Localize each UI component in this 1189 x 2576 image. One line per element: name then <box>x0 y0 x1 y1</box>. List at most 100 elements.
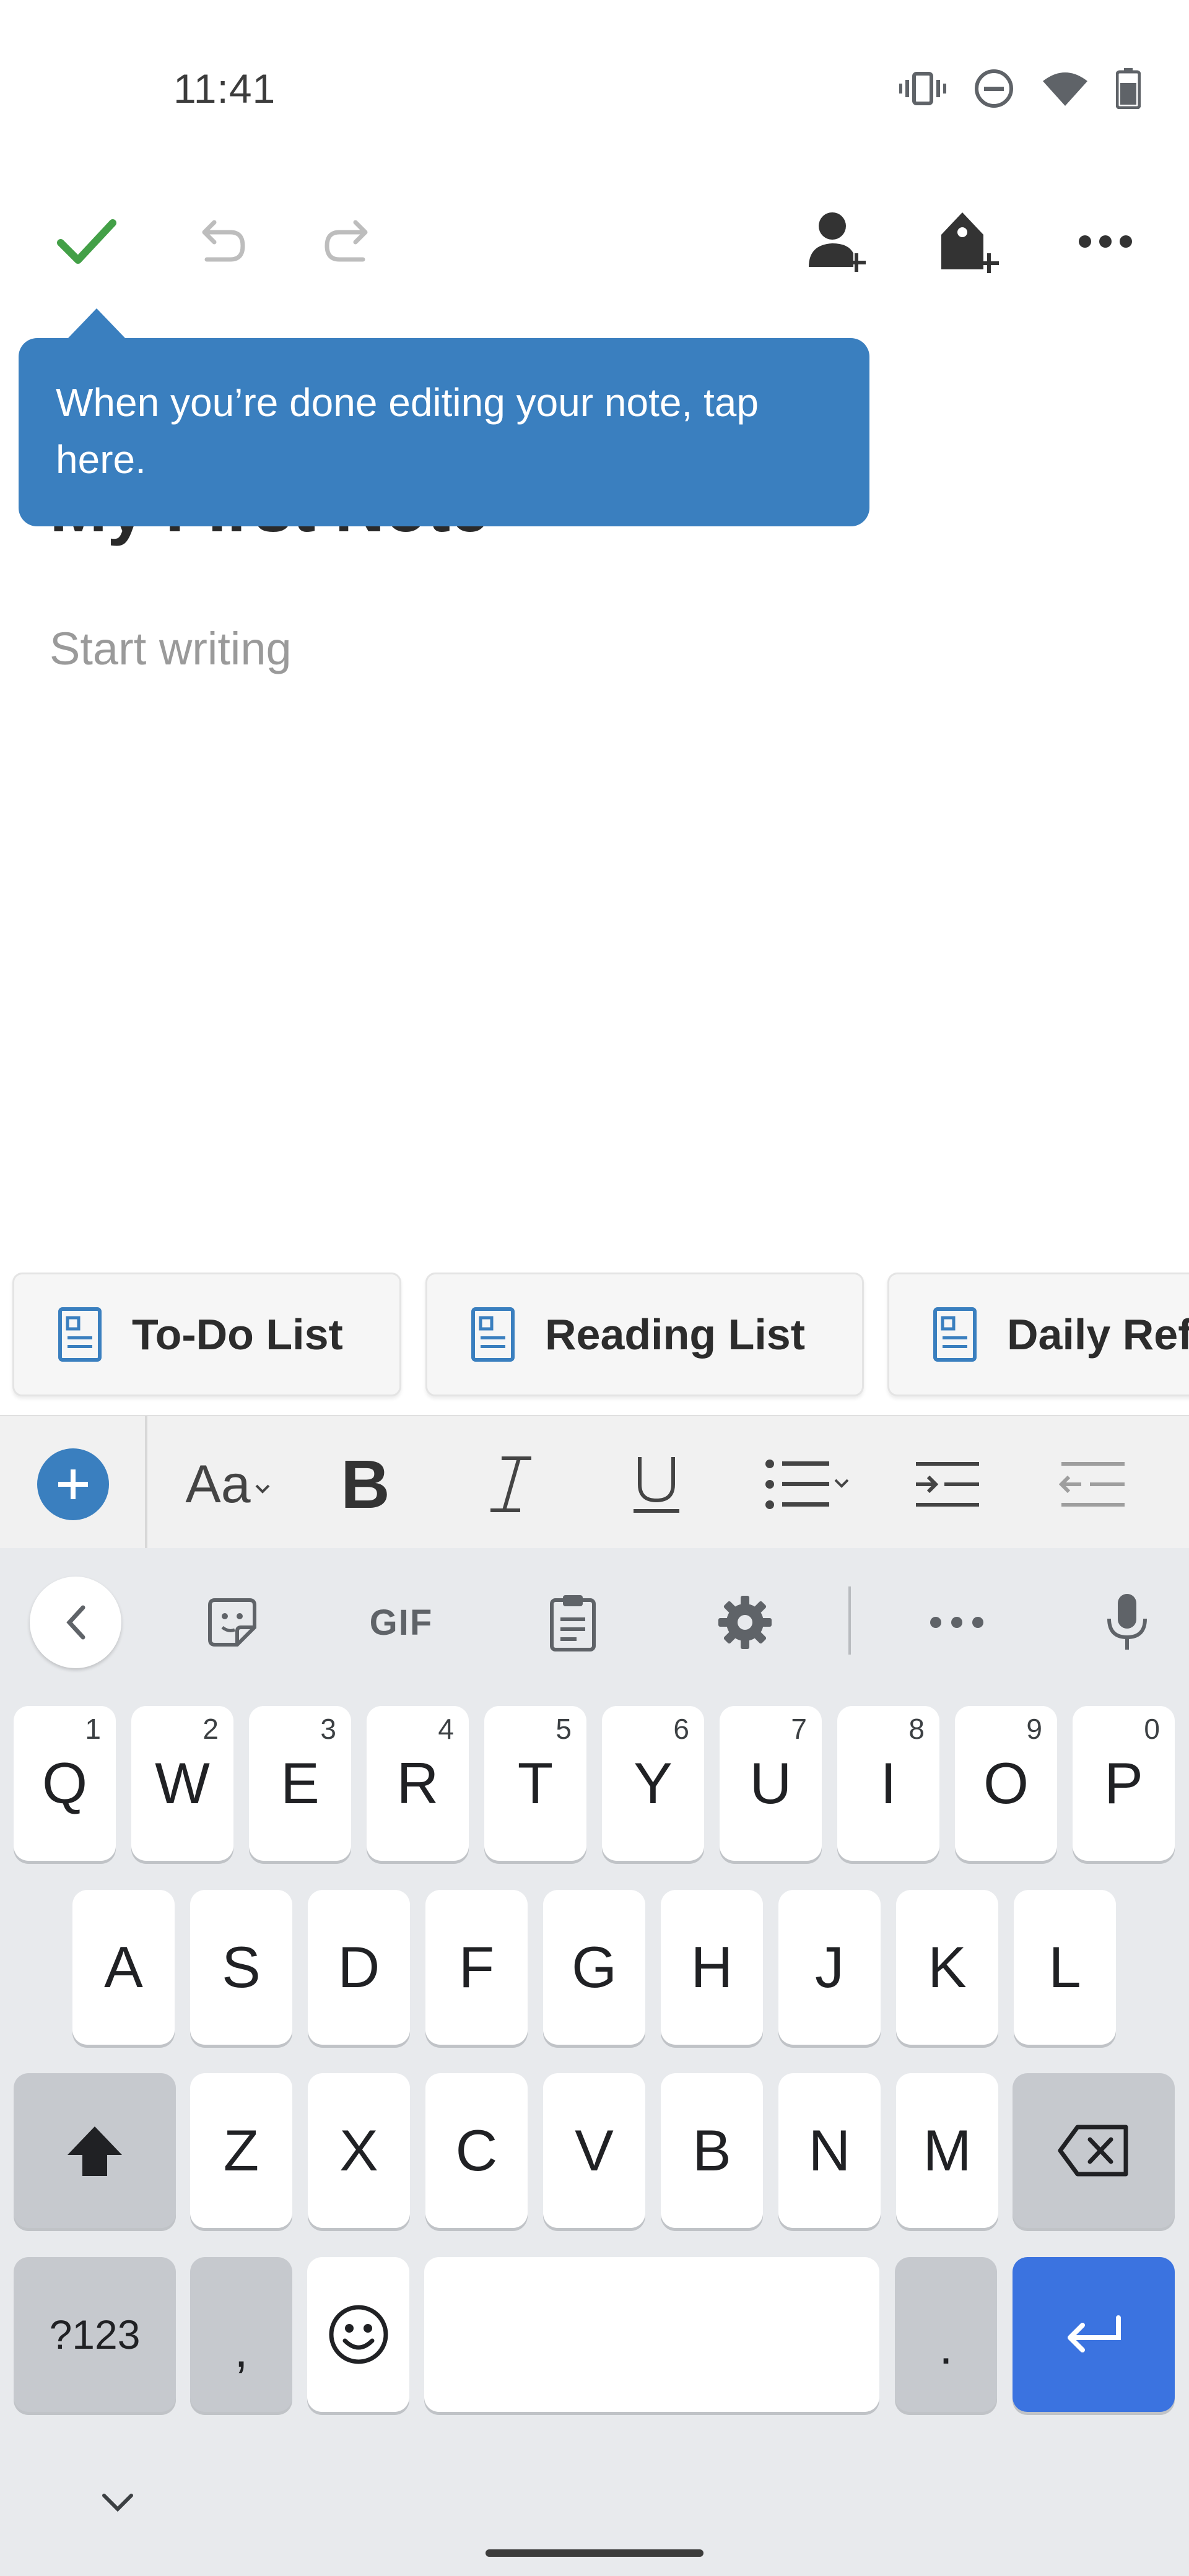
key-label: A <box>104 1934 143 1999</box>
symbols-key[interactable]: ?123 <box>14 2257 176 2412</box>
key[interactable]: B <box>661 2073 763 2228</box>
undo-icon <box>202 220 245 262</box>
outdent-button[interactable] <box>1047 1438 1139 1531</box>
font-size-button[interactable]: Aa <box>175 1438 281 1531</box>
indent-icon <box>916 1462 979 1507</box>
key[interactable]: G <box>543 1890 645 2045</box>
emoji-key[interactable] <box>307 2257 409 2412</box>
voice-input-button[interactable] <box>1081 1576 1174 1669</box>
done-tooltip[interactable]: When you’re done editing your note, tap … <box>19 338 869 526</box>
add-tag-icon <box>941 212 999 273</box>
key[interactable]: Q1 <box>14 1706 116 1861</box>
key[interactable]: V <box>543 2073 645 2228</box>
backspace-key[interactable] <box>1013 2073 1175 2228</box>
note-body-placeholder[interactable]: Start writing <box>50 622 292 675</box>
key[interactable]: K <box>896 1890 998 2045</box>
done-button[interactable] <box>43 198 130 285</box>
key[interactable]: R4 <box>367 1706 469 1861</box>
underline-button[interactable] <box>610 1438 703 1531</box>
gesture-nav-handle[interactable] <box>486 2549 703 2557</box>
key-label: P <box>1104 1751 1143 1816</box>
shift-key[interactable] <box>14 2073 176 2228</box>
key-number-hint: 0 <box>1144 1713 1160 1745</box>
insert-button[interactable] <box>37 1448 109 1520</box>
share-note-button[interactable] <box>796 198 882 285</box>
enter-icon <box>1068 2315 1121 2352</box>
key[interactable]: I8 <box>837 1706 939 1861</box>
key[interactable]: P0 <box>1073 1706 1175 1861</box>
wifi-icon <box>1043 72 1087 106</box>
key-label: H <box>690 1934 733 1999</box>
bullet-list-icon <box>765 1460 849 1509</box>
key-label: D <box>338 1934 380 1999</box>
key[interactable]: O9 <box>955 1706 1057 1861</box>
key-label: K <box>928 1934 967 1999</box>
keyboard-more-button[interactable] <box>910 1576 1003 1669</box>
enter-key[interactable] <box>1013 2257 1175 2412</box>
key[interactable]: F <box>425 1890 528 2045</box>
key-label: O <box>983 1751 1029 1816</box>
bold-button[interactable]: B <box>319 1438 412 1531</box>
more-horizontal-icon <box>930 1617 983 1628</box>
chevron-left-icon <box>66 1605 85 1640</box>
template-chip-label: To-Do List <box>132 1310 343 1359</box>
key-label: U <box>749 1751 792 1816</box>
keyboard-toolbar: GIF <box>0 1548 1189 1690</box>
sticker-button[interactable] <box>186 1576 279 1669</box>
template-chip-todo[interactable]: To-Do List <box>12 1273 401 1396</box>
key-label: R <box>396 1751 439 1816</box>
key[interactable]: S <box>190 1890 292 2045</box>
key-label: V <box>575 2118 614 2183</box>
redo-button[interactable] <box>307 198 393 285</box>
more-horizontal-icon <box>1079 235 1132 248</box>
key-label: G <box>571 1934 617 1999</box>
key[interactable]: Z <box>190 2073 292 2228</box>
key-number-hint: 4 <box>438 1713 454 1745</box>
key-label: T <box>517 1751 554 1816</box>
key-label: J <box>815 1934 844 1999</box>
clipboard-icon <box>550 1595 596 1651</box>
key[interactable]: Y6 <box>602 1706 704 1861</box>
key-label: F <box>458 1934 495 1999</box>
key[interactable]: X <box>308 2073 410 2228</box>
key[interactable]: T5 <box>484 1706 586 1861</box>
key[interactable]: A <box>72 1890 175 2045</box>
key-label: B <box>692 2118 731 2183</box>
template-chip-daily[interactable]: Daily Ref <box>887 1273 1189 1396</box>
underline-icon <box>634 1457 679 1513</box>
app-screen: 11:41 Start writing When you’re done edi… <box>0 0 1189 2576</box>
key[interactable]: E3 <box>249 1706 351 1861</box>
key-label: Y <box>634 1751 673 1816</box>
key-number-hint: 5 <box>555 1713 572 1745</box>
key[interactable]: M <box>896 2073 998 2228</box>
emoji-icon <box>329 2305 388 2364</box>
bullet-list-button[interactable] <box>752 1438 864 1531</box>
more-options-button[interactable] <box>1062 198 1149 285</box>
undo-button[interactable] <box>176 198 263 285</box>
key[interactable]: L <box>1014 1890 1116 2045</box>
key[interactable]: C <box>425 2073 528 2228</box>
template-chip-reading[interactable]: Reading List <box>425 1273 864 1396</box>
key[interactable]: U7 <box>720 1706 822 1861</box>
indent-button[interactable] <box>901 1438 994 1531</box>
keyboard-settings-button[interactable] <box>699 1576 791 1669</box>
italic-button[interactable] <box>464 1438 557 1531</box>
chevron-down-icon <box>102 2494 133 2512</box>
clipboard-button[interactable] <box>526 1576 619 1669</box>
keyboard-toolbar-divider <box>848 1586 851 1655</box>
space-key[interactable] <box>424 2257 879 2412</box>
keyboard-back-button[interactable] <box>30 1577 121 1668</box>
key[interactable]: D <box>308 1890 410 2045</box>
key[interactable]: N <box>778 2073 881 2228</box>
gif-button[interactable]: GIF <box>355 1576 448 1669</box>
template-suggestions: To-Do List Reading List Daily Ref <box>0 1273 1189 1396</box>
key-number-hint: 2 <box>203 1713 219 1745</box>
key[interactable]: W2 <box>131 1706 233 1861</box>
hide-keyboard-button[interactable] <box>93 2477 142 2526</box>
period-key-label: . <box>939 2319 953 2374</box>
key[interactable]: J <box>778 1890 881 2045</box>
comma-key[interactable]: , <box>190 2257 292 2412</box>
key[interactable]: H <box>661 1890 763 2045</box>
period-key[interactable]: . <box>895 2257 997 2412</box>
add-tag-button[interactable] <box>926 198 1013 285</box>
